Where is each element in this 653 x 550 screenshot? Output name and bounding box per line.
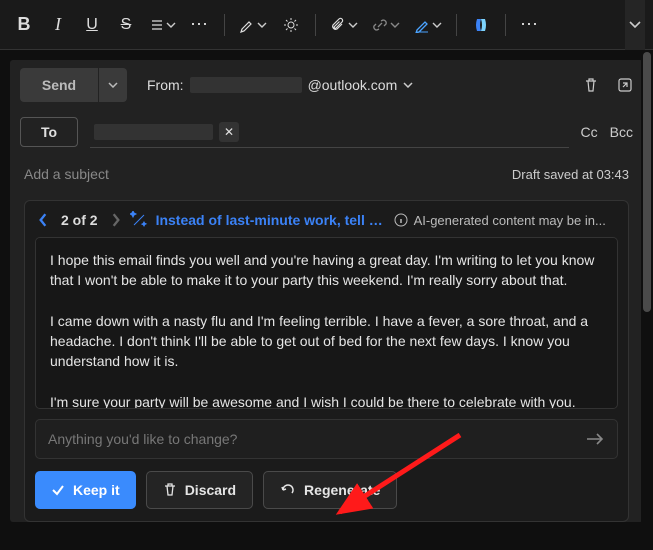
toolbar-separator xyxy=(456,14,457,36)
brightness-button[interactable] xyxy=(275,7,307,43)
signature-button[interactable] xyxy=(408,7,448,43)
copilot-icon xyxy=(471,15,491,35)
ai-refine-submit[interactable] xyxy=(585,432,605,446)
chevron-down-icon xyxy=(403,82,413,88)
chevron-down-icon xyxy=(348,22,358,28)
wand-icon xyxy=(130,211,148,229)
chevron-right-icon xyxy=(110,213,122,227)
expand-ribbon-button[interactable] xyxy=(625,0,645,50)
recipient-redacted: xxxxxxxxxxxxxxxxx xyxy=(94,124,213,140)
draft-saved-label: Draft saved at 03:43 xyxy=(512,167,629,182)
italic-button[interactable]: I xyxy=(42,7,74,43)
keep-it-label: Keep it xyxy=(73,482,120,498)
discard-label: Discard xyxy=(185,482,236,498)
chevron-down-icon xyxy=(432,22,442,28)
more-options-button[interactable]: ⋯ xyxy=(514,7,546,43)
from-address-domain: @outlook.com xyxy=(308,77,398,93)
recipient-chip[interactable]: xxxxxxxxxxxxxxxxx ✕ xyxy=(94,122,239,142)
to-button[interactable]: To xyxy=(20,117,78,147)
strikethrough-button[interactable]: S xyxy=(110,7,142,43)
from-label: From: xyxy=(147,77,184,93)
chevron-down-icon xyxy=(166,22,176,28)
more-formatting-button[interactable]: ⋯ xyxy=(184,7,216,43)
paperclip-icon xyxy=(330,17,346,33)
ai-disclaimer-text: AI-generated content may be in... xyxy=(414,213,606,228)
ai-count-label: 2 of 2 xyxy=(61,212,98,228)
check-icon xyxy=(51,483,65,497)
from-address-redacted: xxxxxxxxxxxxxxxx xyxy=(190,77,302,93)
discard-button[interactable]: Discard xyxy=(146,471,253,509)
keep-it-button[interactable]: Keep it xyxy=(35,471,136,509)
ai-refine-placeholder: Anything you'd like to change? xyxy=(48,431,237,447)
popout-icon xyxy=(617,77,633,93)
cc-button[interactable]: Cc xyxy=(581,124,598,140)
chevron-down-icon xyxy=(108,82,118,88)
bcc-button[interactable]: Bcc xyxy=(610,124,633,140)
ai-prev-button[interactable] xyxy=(37,213,49,227)
compose-header: Send From: xxxxxxxxxxxxxxxx @outlook.com… xyxy=(10,60,643,522)
compose-row-send: Send From: xxxxxxxxxxxxxxxx @outlook.com xyxy=(10,60,643,110)
compose-row-to: To xxxxxxxxxxxxxxxxx ✕ Cc Bcc xyxy=(10,110,643,160)
ai-refine-input[interactable]: Anything you'd like to change? xyxy=(35,419,618,459)
chevron-left-icon xyxy=(37,213,49,227)
ai-body-text[interactable]: I hope this email finds you well and you… xyxy=(35,237,618,409)
line-spacing-button[interactable] xyxy=(144,7,182,43)
toolbar-separator xyxy=(315,14,316,36)
ai-draft-panel: 2 of 2 Instead of last-minute work, tell… xyxy=(24,200,629,522)
highlight-button[interactable] xyxy=(233,7,273,43)
toolbar-separator xyxy=(224,14,225,36)
ai-disclaimer[interactable]: AI-generated content may be in... xyxy=(394,213,606,228)
link-icon xyxy=(372,17,388,33)
ai-rewrite-icon xyxy=(130,211,148,229)
regenerate-label: Regenerate xyxy=(304,482,380,498)
ai-next-button[interactable] xyxy=(110,213,122,227)
ai-paragraph: I hope this email finds you well and you… xyxy=(50,250,603,291)
remove-recipient-button[interactable]: ✕ xyxy=(219,122,239,142)
send-button[interactable]: Send xyxy=(20,68,98,102)
link-button[interactable] xyxy=(366,7,406,43)
to-field[interactable]: xxxxxxxxxxxxxxxxx ✕ xyxy=(90,116,568,148)
attach-button[interactable] xyxy=(324,7,364,43)
chevron-down-icon xyxy=(257,22,267,28)
window-scrollbar[interactable] xyxy=(641,52,653,550)
arrow-right-icon xyxy=(585,432,605,446)
trash-icon xyxy=(583,77,599,93)
toolbar-separator xyxy=(505,14,506,36)
chevron-down-icon xyxy=(390,22,400,28)
ai-actions: Keep it Discard Regenerate xyxy=(35,471,618,509)
delete-draft-button[interactable] xyxy=(583,77,599,93)
refresh-icon xyxy=(280,482,296,498)
pen-icon xyxy=(414,17,430,33)
copilot-button[interactable] xyxy=(465,7,497,43)
underline-button[interactable]: U xyxy=(76,7,108,43)
compose-row-subject: Add a subject Draft saved at 03:43 xyxy=(10,160,643,196)
highlighter-icon xyxy=(239,17,255,33)
ai-paragraph: I came down with a nasty flu and I'm fee… xyxy=(50,311,603,372)
from-picker[interactable]: xxxxxxxxxxxxxxxx @outlook.com xyxy=(190,77,414,93)
ai-suggestion-title[interactable]: Instead of last-minute work, tell hi... xyxy=(156,212,386,228)
bold-button[interactable]: B xyxy=(8,7,40,43)
send-options-button[interactable] xyxy=(99,68,127,102)
regenerate-button[interactable]: Regenerate xyxy=(263,471,397,509)
formatting-toolbar: B I U S ⋯ ⋯ xyxy=(0,0,653,50)
info-icon xyxy=(394,213,408,227)
popout-button[interactable] xyxy=(617,77,633,93)
subject-input[interactable]: Add a subject xyxy=(24,166,512,182)
chevron-down-icon xyxy=(629,21,641,29)
trash-icon xyxy=(163,483,177,497)
sun-icon xyxy=(283,17,299,33)
ai-paragraph: I'm sure your party will be awesome and … xyxy=(50,392,603,409)
line-spacing-icon xyxy=(150,18,164,32)
